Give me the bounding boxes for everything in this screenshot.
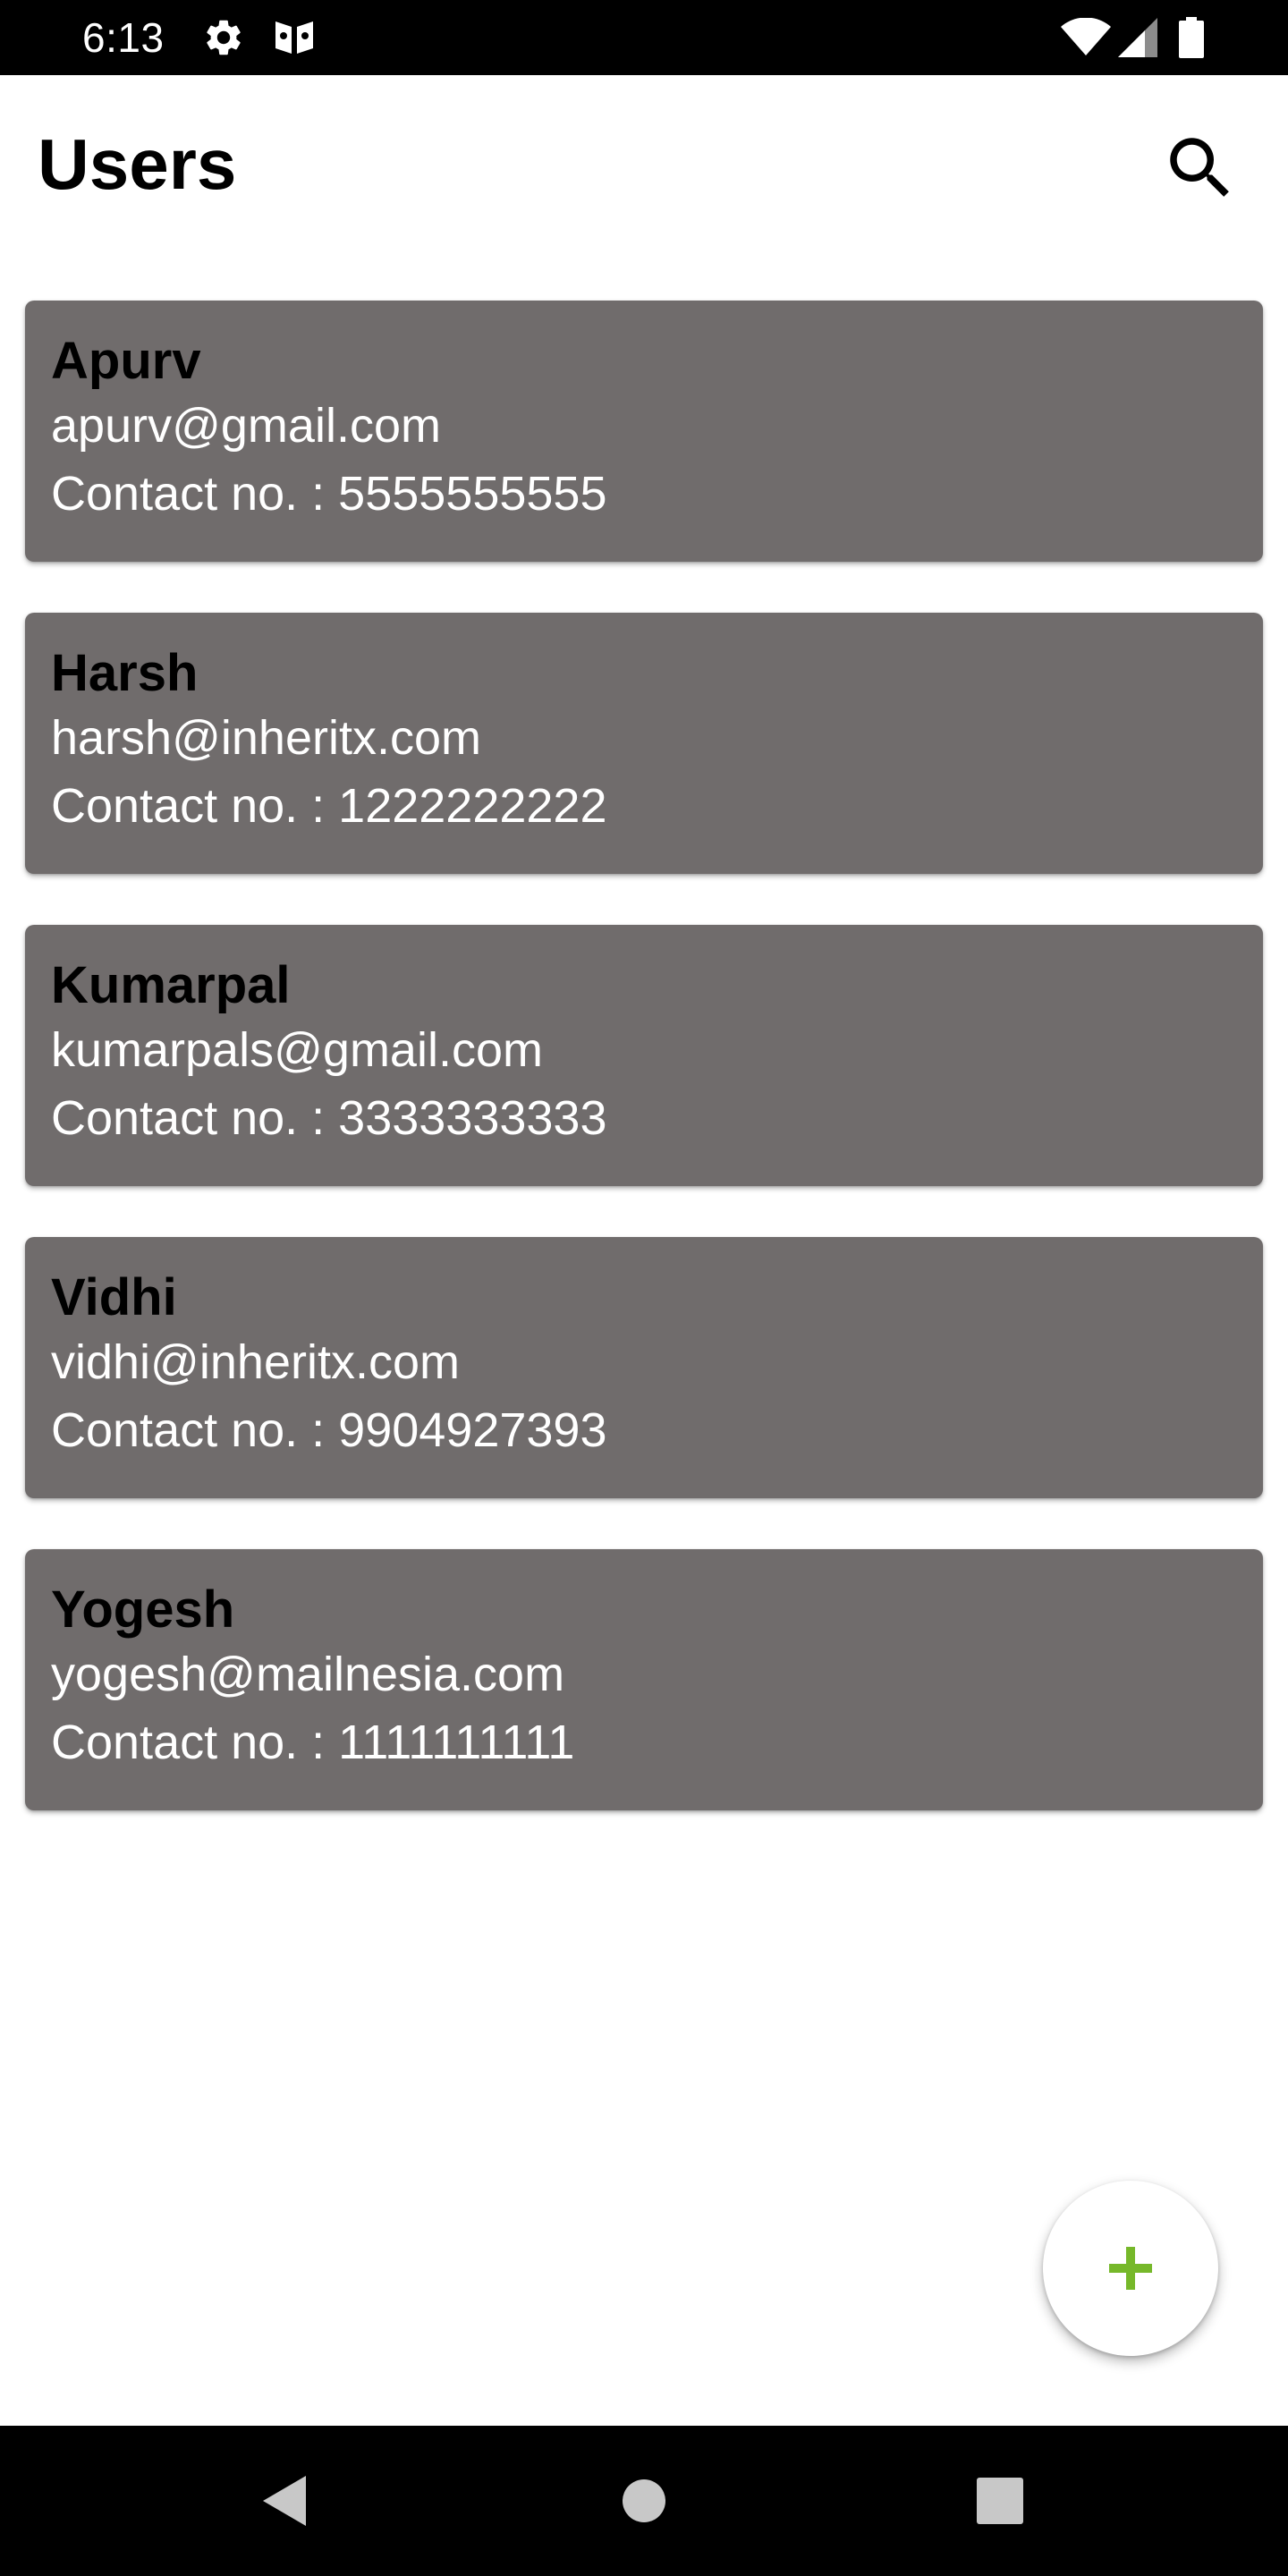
status-bar: 6:13 [0,0,1288,75]
user-list: Apurv apurv@gmail.com Contact no. : 5555… [25,301,1263,1861]
user-email: vidhi@inheritx.com [51,1335,460,1389]
user-contact: Contact no. : 1222222222 [51,779,607,833]
status-time: 6:13 [82,14,165,61]
back-button[interactable] [247,2463,322,2538]
back-icon [263,2476,306,2526]
user-card[interactable]: Apurv apurv@gmail.com Contact no. : 5555… [25,301,1263,562]
user-card[interactable]: Yogesh yogesh@mailnesia.com Contact no. … [25,1549,1263,1810]
user-contact: Contact no. : 3333333333 [51,1091,607,1145]
search-button[interactable] [1150,118,1250,218]
plus-icon [1109,2247,1152,2290]
user-card[interactable]: Harsh harsh@inheritx.com Contact no. : 1… [25,613,1263,874]
home-icon [623,2479,665,2522]
page-title: Users [38,124,237,204]
user-email: kumarpals@gmail.com [51,1023,543,1077]
user-contact: Contact no. : 1111111111 [51,1716,575,1769]
user-contact: Contact no. : 5555555555 [51,467,607,521]
battery-icon [1179,0,1204,75]
app-bar: Users [0,75,1288,254]
notification-app-icon [272,0,317,75]
cellular-signal-icon [1118,0,1157,75]
home-button[interactable] [606,2463,682,2538]
user-email: yogesh@mailnesia.com [51,1648,565,1701]
user-card[interactable]: Vidhi vidhi@inheritx.com Contact no. : 9… [25,1237,1263,1498]
user-email: harsh@inheritx.com [51,711,481,765]
gear-icon [202,0,245,75]
user-name: Vidhi [51,1268,177,1326]
add-user-button[interactable] [1043,2181,1218,2356]
user-card[interactable]: Kumarpal kumarpals@gmail.com Contact no.… [25,925,1263,1186]
user-email: apurv@gmail.com [51,399,441,453]
search-icon [1170,138,1229,197]
wifi-icon [1061,0,1111,75]
user-name: Harsh [51,644,199,702]
user-contact: Contact no. : 9904927393 [51,1403,607,1457]
recents-icon [977,2478,1023,2524]
navigation-bar [0,2426,1288,2576]
user-name: Kumarpal [51,956,291,1014]
user-name: Yogesh [51,1580,235,1639]
user-name: Apurv [51,332,201,390]
recents-button[interactable] [962,2463,1038,2538]
